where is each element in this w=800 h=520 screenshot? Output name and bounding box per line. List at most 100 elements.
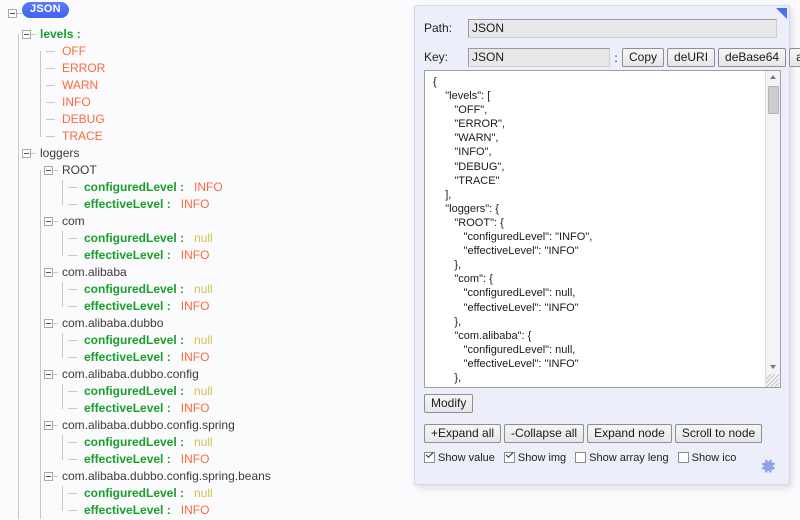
node-toggle-icon[interactable] xyxy=(44,370,53,379)
show-ico-checkbox[interactable]: Show ico xyxy=(678,452,737,464)
node-toggle-icon[interactable] xyxy=(44,472,53,481)
tree-pair-label: effectiveLevel : INFO xyxy=(84,400,209,417)
tree-value-label: TRACE xyxy=(62,128,103,145)
show-value-checkbox[interactable]: Show value xyxy=(424,452,495,464)
tree-pair-label: configuredLevel : INFO xyxy=(84,179,223,196)
show-array-leng-label: Show array leng xyxy=(589,452,669,464)
scroll-to-node-button[interactable]: Scroll to node xyxy=(675,424,762,443)
tree-key-label: com.alibaba.dubbo xyxy=(62,315,163,332)
path-input[interactable]: JSON xyxy=(468,19,777,38)
leaf-connector-line xyxy=(46,85,55,86)
tree-row[interactable]: TRACE xyxy=(0,128,412,145)
tree-value-label: INFO xyxy=(62,94,91,111)
tree-row[interactable]: com.alibaba.dubbo.config.spring xyxy=(0,417,412,434)
key-input[interactable]: JSON xyxy=(468,48,610,67)
show-img-checkbox[interactable]: Show img xyxy=(504,452,566,464)
node-connector-line xyxy=(53,476,58,477)
node-toggle-icon[interactable] xyxy=(44,421,53,430)
tree-pair-label: effectiveLevel : INFO xyxy=(84,247,209,264)
expand-node-button[interactable]: Expand node xyxy=(587,424,672,443)
action-buttons-row: +Expand all-Collapse allExpand nodeScrol… xyxy=(424,424,765,443)
node-toggle-icon[interactable] xyxy=(44,217,53,226)
scroll-down-arrow-icon[interactable] xyxy=(766,361,781,374)
tree-value-label: DEBUG xyxy=(62,111,105,128)
tree-root-node[interactable]: JSON xyxy=(22,2,69,18)
expand-all-button[interactable]: +Expand all xyxy=(424,424,501,443)
tree-guide-line xyxy=(62,231,63,256)
tree-row[interactable]: levels : xyxy=(0,26,412,43)
deuri-button[interactable]: deURI xyxy=(667,48,715,67)
tree-guide-line xyxy=(40,51,41,137)
node-toggle-icon[interactable] xyxy=(22,149,31,158)
tree-row[interactable]: com xyxy=(0,213,412,230)
collapse-corner-icon[interactable] xyxy=(776,8,787,19)
tree-guide-line xyxy=(40,170,41,519)
scrollbar-thumb[interactable] xyxy=(768,86,779,114)
tree-key-label: com.alibaba.dubbo.config.spring xyxy=(62,417,235,434)
leaf-connector-line xyxy=(68,289,77,290)
leaf-connector-line xyxy=(68,187,77,188)
tree-row[interactable]: DEBUG xyxy=(0,111,412,128)
root-toggle-icon[interactable] xyxy=(8,9,17,18)
tree-key-label: com.alibaba xyxy=(62,264,127,281)
node-connector-line xyxy=(53,374,58,375)
tree-pair-label: configuredLevel : null xyxy=(84,281,213,298)
node-toggle-icon[interactable] xyxy=(44,166,53,175)
key-row: Key:JSON:CopydeURIdeBase64aLine xyxy=(424,47,800,67)
leaf-connector-line xyxy=(46,102,55,103)
node-connector-line xyxy=(31,153,36,154)
show-value-label: Show value xyxy=(438,452,495,464)
show-ico-label: Show ico xyxy=(692,452,737,464)
tree-row[interactable]: loggers xyxy=(0,145,412,162)
leaf-connector-line xyxy=(68,357,77,358)
tree-value-label: OFF xyxy=(62,43,86,60)
json-tree-panel[interactable]: JSON levels :OFFERRORWARNINFODEBUGTRACEl… xyxy=(0,0,412,520)
debase64-button[interactable]: deBase64 xyxy=(718,48,786,67)
key-label: Key: xyxy=(424,47,468,67)
tree-guide-line xyxy=(62,435,63,460)
tree-row[interactable]: com.alibaba.dubbo xyxy=(0,315,412,332)
settings-gear-icon[interactable] xyxy=(759,457,777,475)
leaf-connector-line xyxy=(68,238,77,239)
tree-row[interactable]: WARN xyxy=(0,77,412,94)
options-row: Show value Show img Show array leng Show ic… xyxy=(424,452,745,464)
key-separator: : xyxy=(610,48,622,68)
checkbox-box[interactable] xyxy=(575,452,586,463)
node-connector-line xyxy=(53,323,58,324)
checkbox-box[interactable] xyxy=(678,452,689,463)
tree-row[interactable]: ROOT xyxy=(0,162,412,179)
tree-row[interactable]: OFF xyxy=(0,43,412,60)
collapse-all-button[interactable]: -Collapse all xyxy=(504,424,584,443)
node-toggle-icon[interactable] xyxy=(22,30,31,39)
show-array-leng-checkbox[interactable]: Show array leng xyxy=(575,452,669,464)
leaf-connector-line xyxy=(46,119,55,120)
checkbox-box[interactable] xyxy=(424,452,435,463)
leaf-connector-line xyxy=(46,136,55,137)
leaf-connector-line xyxy=(68,510,77,511)
tree-pair-label: configuredLevel : null xyxy=(84,485,213,502)
tree-guide-line xyxy=(18,34,19,519)
tree-pair-label: effectiveLevel : INFO xyxy=(84,298,209,315)
json-textarea[interactable]: { "levels": [ "OFF", "ERROR", "WARN", "I… xyxy=(424,70,781,388)
aline-button[interactable]: aLine xyxy=(789,48,800,67)
leaf-connector-line xyxy=(46,51,55,52)
node-connector-line xyxy=(53,272,58,273)
leaf-connector-line xyxy=(68,408,77,409)
json-textarea-scrollbar[interactable] xyxy=(765,71,780,387)
checkbox-box[interactable] xyxy=(504,452,515,463)
tree-row[interactable]: ERROR xyxy=(0,60,412,77)
modify-button[interactable]: Modify xyxy=(424,394,473,413)
tree-key-label: com.alibaba.dubbo.config.spring.beans xyxy=(62,468,271,485)
node-toggle-icon[interactable] xyxy=(44,268,53,277)
tree-row[interactable]: com.alibaba.dubbo.config.spring.beans xyxy=(0,468,412,485)
node-toggle-icon[interactable] xyxy=(44,319,53,328)
tree-guide-line xyxy=(62,486,63,511)
copy-button[interactable]: Copy xyxy=(622,48,664,67)
resize-grip-icon[interactable] xyxy=(766,374,779,387)
tree-pair-label: configuredLevel : null xyxy=(84,230,213,247)
tree-row[interactable]: INFO xyxy=(0,94,412,111)
tree-row[interactable]: com.alibaba.dubbo.config xyxy=(0,366,412,383)
tree-row[interactable]: com.alibaba xyxy=(0,264,412,281)
scroll-up-arrow-icon[interactable] xyxy=(766,71,781,84)
node-connector-line xyxy=(53,170,58,171)
